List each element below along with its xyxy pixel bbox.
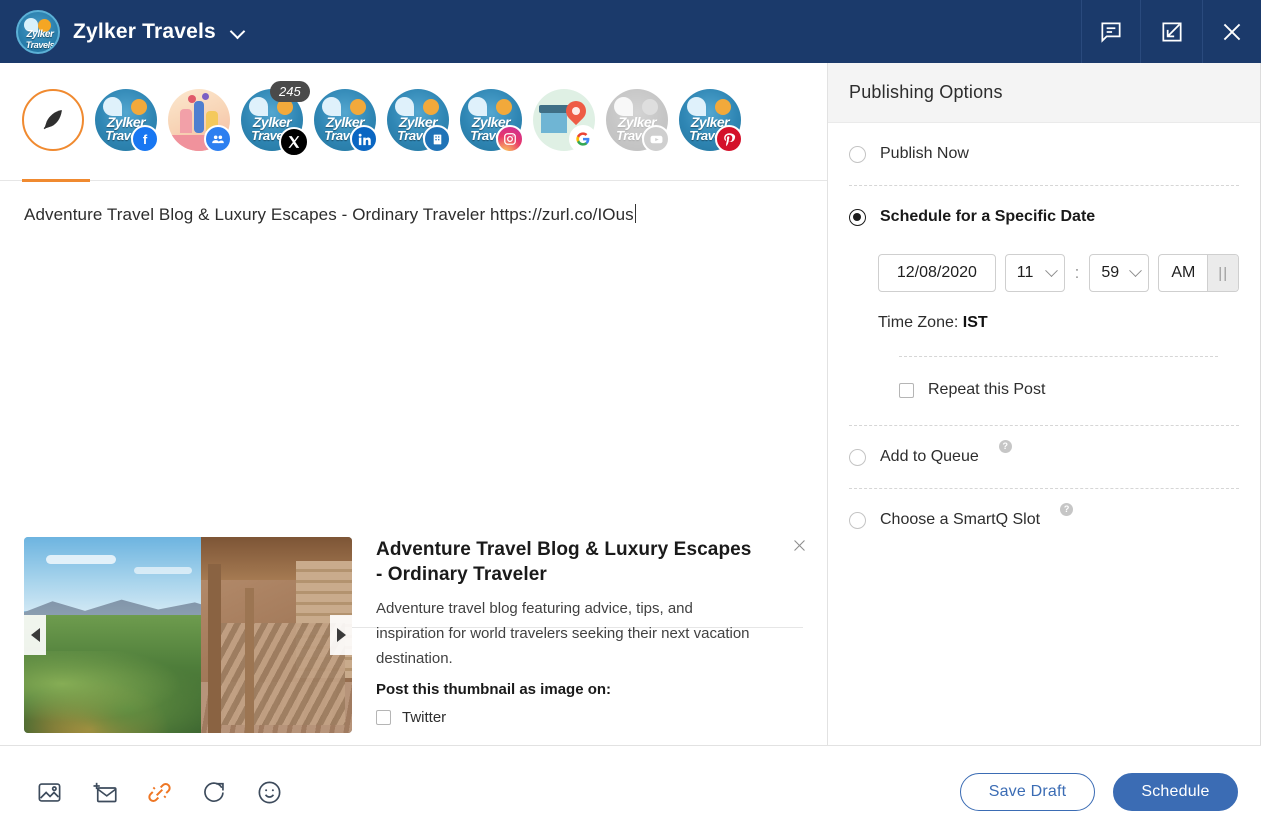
- schedule-date-input[interactable]: 12/08/2020: [878, 254, 996, 292]
- post-text: Adventure Travel Blog & Luxury Escapes -…: [24, 205, 634, 224]
- logo-line-1: Zylker: [26, 28, 54, 40]
- brand-title: Zylker Travels: [73, 19, 216, 43]
- collapse-icon[interactable]: [1140, 0, 1202, 63]
- toolbar-actions: Save Draft Schedule: [960, 773, 1238, 811]
- chevron-down-icon[interactable]: [230, 24, 246, 40]
- thumbnail-prompt: Post this thumbnail as image on:: [376, 681, 612, 698]
- help-icon[interactable]: ?: [1060, 503, 1074, 516]
- panel-title: Publishing Options: [849, 82, 1003, 102]
- radio-publish-now[interactable]: [849, 145, 866, 163]
- titlebar-actions: [1081, 0, 1261, 63]
- text-caret: [634, 204, 636, 223]
- brand-logo: Zylker Travels: [16, 9, 60, 54]
- channel-facebook[interactable]: Zylker Travels f: [95, 89, 159, 155]
- linkedin-page-icon: [423, 125, 451, 153]
- timezone-value: IST: [962, 314, 988, 331]
- google-icon: [569, 125, 597, 153]
- schedule-minute-select[interactable]: 59: [1089, 254, 1150, 292]
- linkedin-icon: [350, 125, 378, 153]
- compose-tab[interactable]: [22, 89, 84, 155]
- publishing-options-panel: Publishing Options Publish Now Schedule …: [828, 63, 1261, 838]
- save-draft-button[interactable]: Save Draft: [960, 773, 1095, 811]
- compose-window: Zylker Travels Zylker Travels Zylker Tra…: [0, 0, 1261, 838]
- channel-google-business[interactable]: [533, 89, 597, 155]
- channel-instagram[interactable]: Zylker Travels: [460, 89, 524, 155]
- checkbox-repeat-post[interactable]: [899, 382, 914, 398]
- schedule-button[interactable]: Schedule: [1113, 773, 1238, 811]
- option-label: Choose a SmartQ Slot: [880, 511, 1041, 528]
- repeat-label: Repeat this Post: [928, 381, 1046, 398]
- option-choose-smartq-slot[interactable]: Choose a SmartQ Slot ?: [828, 489, 1260, 551]
- thumbnail-network-label: Twitter: [402, 709, 447, 726]
- channel-strip: Zylker Travels f 245 Zylker Travels Zylk…: [0, 63, 827, 182]
- option-label: Add to Queue: [880, 448, 979, 465]
- pinterest-icon: [715, 125, 743, 153]
- close-icon[interactable]: [1202, 0, 1261, 63]
- add-image-icon[interactable]: [33, 776, 65, 808]
- link-title: Adventure Travel Blog & Luxury Escapes -…: [376, 539, 752, 585]
- meridiem-value: AM: [1171, 264, 1196, 281]
- add-template-icon[interactable]: [88, 776, 120, 808]
- option-label: Publish Now: [880, 145, 969, 162]
- close-icon[interactable]: [787, 533, 811, 557]
- minute-value: 59: [1101, 264, 1120, 281]
- divider: [899, 356, 1218, 357]
- youtube-icon: [642, 125, 670, 153]
- meridiem-toggle-button[interactable]: ||: [1207, 255, 1238, 291]
- radio-choose-smartq-slot[interactable]: [849, 511, 866, 529]
- timezone-line: Time Zone: IST: [878, 314, 1239, 332]
- date-time-row: 12/08/2020 11 : 59 AM ||: [878, 254, 1239, 292]
- emoji-icon[interactable]: [253, 776, 285, 808]
- repost-icon[interactable]: [198, 776, 230, 808]
- option-schedule-specific-date[interactable]: Schedule for a Specific Date: [828, 186, 1260, 248]
- shorten-link-icon[interactable]: [143, 776, 175, 808]
- post-editor[interactable]: Adventure Travel Blog & Luxury Escapes -…: [0, 181, 827, 628]
- window-titlebar: Zylker Travels Zylker Travels: [0, 0, 1261, 63]
- schedule-hour-select[interactable]: 11: [1004, 254, 1065, 292]
- repeat-this-post-option[interactable]: Repeat this Post: [899, 381, 1239, 399]
- hour-value: 11: [1016, 264, 1034, 281]
- channel-facebook-group[interactable]: [168, 89, 232, 155]
- logo-line-2: Travels: [25, 39, 55, 50]
- thumbnail-network-twitter[interactable]: Twitter: [376, 709, 761, 726]
- channel-pinterest[interactable]: Zylker Travels: [679, 89, 743, 155]
- option-add-to-queue[interactable]: Add to Queue ?: [828, 426, 1260, 488]
- x-twitter-icon: [279, 127, 309, 157]
- schedule-meridiem-control[interactable]: AM ||: [1158, 254, 1239, 292]
- link-description: Adventure travel blog featuring advice, …: [376, 600, 750, 667]
- channel-linkedin-page[interactable]: Zylker Travels: [387, 89, 451, 155]
- link-thumbnail-image[interactable]: [24, 537, 352, 733]
- chevron-down-icon: [1044, 263, 1058, 277]
- comments-icon[interactable]: [1081, 0, 1140, 63]
- channel-linkedin[interactable]: Zylker Travels: [314, 89, 378, 155]
- quill-icon: [22, 89, 84, 151]
- publishing-options-header: Publishing Options: [828, 63, 1260, 123]
- compose-pane: Zylker Travels f 245 Zylker Travels Zylk…: [0, 63, 828, 838]
- chevron-down-icon: [1129, 263, 1143, 277]
- option-label: Schedule for a Specific Date: [880, 208, 1096, 225]
- toolbar-icons: [33, 776, 285, 808]
- instagram-icon: [496, 125, 524, 153]
- character-count-badge: 245: [270, 81, 310, 102]
- checkbox[interactable]: [376, 710, 391, 725]
- time-separator: :: [1074, 263, 1080, 282]
- facebook-group-icon: [204, 125, 232, 153]
- channel-twitter[interactable]: 245 Zylker Travels: [241, 81, 310, 157]
- option-publish-now[interactable]: Publish Now: [828, 123, 1260, 185]
- next-image-arrow[interactable]: [330, 615, 352, 655]
- channel-youtube[interactable]: Zylker Travels: [606, 89, 670, 155]
- prev-image-arrow[interactable]: [24, 615, 46, 655]
- compose-toolbar: Save Draft Schedule: [0, 745, 1261, 838]
- facebook-icon: f: [131, 125, 159, 153]
- help-icon[interactable]: ?: [998, 440, 1012, 453]
- timezone-label: Time Zone:: [878, 314, 959, 331]
- sun-shape: [131, 99, 147, 115]
- radio-add-to-queue[interactable]: [849, 448, 866, 466]
- post-text-area[interactable]: Adventure Travel Blog & Luxury Escapes -…: [24, 203, 803, 227]
- schedule-controls: 12/08/2020 11 : 59 AM || Time Zone: IST: [828, 248, 1260, 425]
- radio-schedule-specific-date[interactable]: [849, 208, 866, 226]
